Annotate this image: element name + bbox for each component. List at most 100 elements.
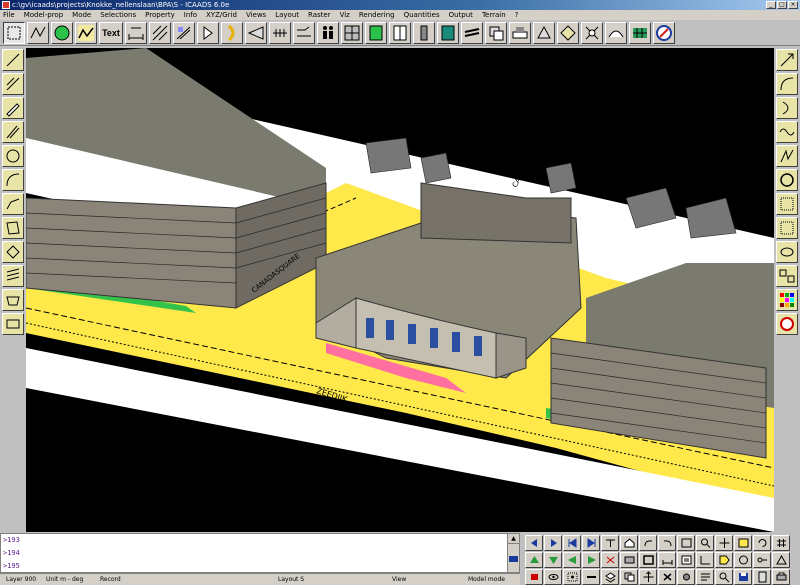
nodes-icon[interactable]: [581, 22, 603, 44]
fit-icon[interactable]: [734, 535, 752, 551]
menu-viz[interactable]: Viz: [340, 11, 350, 19]
circle-tool-icon[interactable]: [51, 22, 73, 44]
menu-info[interactable]: Info: [184, 11, 197, 19]
dome-icon[interactable]: [605, 22, 627, 44]
dotted-rect-icon[interactable]: [776, 193, 798, 215]
pencil2-icon[interactable]: [2, 121, 24, 143]
next-icon[interactable]: [544, 535, 562, 551]
circle-icon[interactable]: [2, 145, 24, 167]
home-icon[interactable]: [620, 535, 638, 551]
section-icon[interactable]: [557, 22, 579, 44]
grid-icon[interactable]: [772, 535, 790, 551]
layer-icon[interactable]: [601, 569, 619, 585]
frame-icon[interactable]: [639, 552, 657, 568]
plot-icon[interactable]: [620, 552, 638, 568]
menu-views[interactable]: Views: [246, 11, 266, 19]
polyline-icon[interactable]: [75, 22, 97, 44]
redo-icon[interactable]: [639, 535, 657, 551]
text-tool-icon[interactable]: [601, 535, 619, 551]
arc-arrow-icon[interactable]: [776, 97, 798, 119]
color-palette-icon[interactable]: [776, 289, 798, 311]
first-icon[interactable]: [563, 535, 581, 551]
copy-icon[interactable]: [485, 22, 507, 44]
key-icon[interactable]: [753, 552, 771, 568]
scroll-thumb[interactable]: [509, 556, 518, 562]
zigzag-icon[interactable]: [776, 145, 798, 167]
layers-icon[interactable]: [461, 22, 483, 44]
nav-down-icon[interactable]: [544, 552, 562, 568]
mark-icon[interactable]: [601, 552, 619, 568]
tag-icon[interactable]: [715, 552, 733, 568]
mirror-icon[interactable]: [173, 22, 195, 44]
move-icon[interactable]: [639, 569, 657, 585]
model-viewport[interactable]: ZEEDIJK CANADASQUARE CANADASQ LAAN: [26, 48, 774, 532]
shapes-icon[interactable]: [776, 265, 798, 287]
ring-icon[interactable]: [776, 169, 798, 191]
delete-icon[interactable]: [658, 569, 676, 585]
curve-icon[interactable]: [221, 22, 243, 44]
menu-mode[interactable]: Mode: [72, 11, 91, 19]
material-icon[interactable]: [776, 313, 798, 335]
freeform-icon[interactable]: [2, 193, 24, 215]
menu-raster[interactable]: Raster: [308, 11, 331, 19]
minimize-button[interactable]: _: [766, 1, 776, 9]
menu-terrain[interactable]: Terrain: [482, 11, 506, 19]
menu-file[interactable]: File: [3, 11, 15, 19]
curve-arrow-icon[interactable]: [776, 73, 798, 95]
nav-right-icon[interactable]: [582, 552, 600, 568]
scroll-up-icon[interactable]: ▲: [508, 534, 519, 544]
pencil-icon[interactable]: [2, 97, 24, 119]
undo-icon[interactable]: [658, 535, 676, 551]
select-box-icon[interactable]: [677, 535, 695, 551]
panel-icon[interactable]: [437, 22, 459, 44]
box-icon[interactable]: [2, 313, 24, 335]
object-icon[interactable]: [525, 569, 543, 585]
arrow-ne-icon[interactable]: [776, 49, 798, 71]
freehand-icon[interactable]: [27, 22, 49, 44]
edit-line-icon[interactable]: [2, 73, 24, 95]
grid-array-icon[interactable]: [269, 22, 291, 44]
copy-tool-icon[interactable]: [620, 569, 638, 585]
menu-rendering[interactable]: Rendering: [359, 11, 395, 19]
snap-icon[interactable]: [563, 569, 581, 585]
menu-property[interactable]: Property: [145, 11, 175, 19]
maximize-button[interactable]: □: [777, 1, 787, 9]
menu-model-prop[interactable]: Model-prop: [24, 11, 63, 19]
menu-selections[interactable]: Selections: [100, 11, 136, 19]
text-edit-icon[interactable]: [696, 569, 714, 585]
select-icon[interactable]: [3, 22, 25, 44]
nav-left-icon[interactable]: [563, 552, 581, 568]
column-icon[interactable]: [413, 22, 435, 44]
walk-icon[interactable]: [293, 22, 315, 44]
reference-icon[interactable]: [734, 552, 752, 568]
scale-icon[interactable]: [509, 22, 531, 44]
perspective-icon[interactable]: [533, 22, 555, 44]
pan-icon[interactable]: [715, 535, 733, 551]
menu-quantities[interactable]: Quantities: [404, 11, 440, 19]
nav-up-icon[interactable]: [525, 552, 543, 568]
find-icon[interactable]: [715, 569, 733, 585]
light-icon[interactable]: [197, 22, 219, 44]
calculator-icon[interactable]: [753, 569, 771, 585]
dimension-icon[interactable]: [125, 22, 147, 44]
note-icon[interactable]: [677, 552, 695, 568]
diamond-icon[interactable]: [2, 241, 24, 263]
cone-icon[interactable]: [245, 22, 267, 44]
settings-icon[interactable]: [677, 569, 695, 585]
polygon-icon[interactable]: [2, 289, 24, 311]
dotted-rect2-icon[interactable]: [776, 217, 798, 239]
link-icon[interactable]: [582, 569, 600, 585]
prev-icon[interactable]: [525, 535, 543, 551]
ellipse-icon[interactable]: [776, 241, 798, 263]
command-scrollbar[interactable]: ▲: [507, 534, 519, 572]
menu-output[interactable]: Output: [449, 11, 473, 19]
last-icon[interactable]: [582, 535, 600, 551]
hatch-box-icon[interactable]: [341, 22, 363, 44]
save-icon[interactable]: [734, 569, 752, 585]
people-icon[interactable]: [317, 22, 339, 44]
rotate-icon[interactable]: [753, 535, 771, 551]
menu-layout[interactable]: Layout: [275, 11, 299, 19]
menu-help[interactable]: ?: [515, 11, 519, 19]
menu-xyz-grid[interactable]: XYZ/Grid: [206, 11, 237, 19]
compass-icon[interactable]: [653, 22, 675, 44]
